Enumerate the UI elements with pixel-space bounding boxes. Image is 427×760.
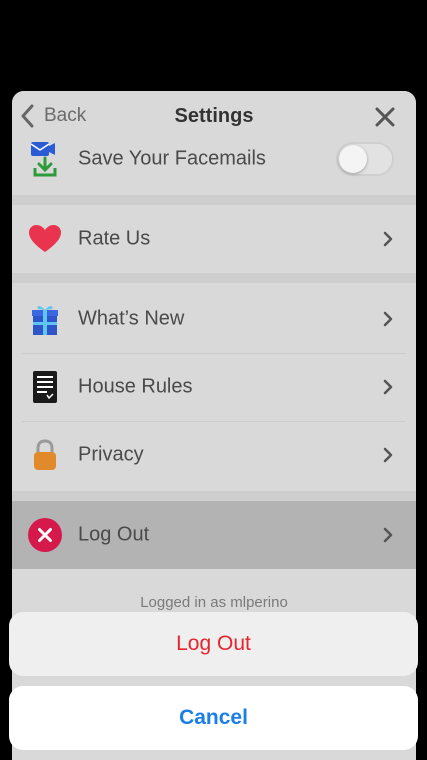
whats-new-label: What’s New bbox=[78, 307, 185, 330]
gift-icon bbox=[26, 300, 64, 338]
lock-icon bbox=[26, 436, 64, 474]
cancel-button[interactable]: Cancel bbox=[9, 686, 418, 750]
page-title: Settings bbox=[174, 105, 254, 127]
row-house-rules[interactable]: House Rules bbox=[12, 353, 416, 421]
privacy-label: Privacy bbox=[78, 443, 144, 466]
save-facemails-label: Save Your Facemails bbox=[78, 147, 266, 170]
close-icon[interactable] bbox=[374, 106, 396, 128]
chevron-right-icon bbox=[383, 527, 393, 543]
chevron-right-icon bbox=[383, 379, 393, 395]
section-gap bbox=[12, 195, 416, 205]
logged-in-note: Logged in as mlperino bbox=[140, 594, 288, 611]
row-log-out[interactable]: Log Out bbox=[12, 501, 416, 569]
row-whats-new[interactable]: What’s New bbox=[12, 285, 416, 353]
facemail-save-icon bbox=[26, 140, 64, 178]
log-out-label: Log Out bbox=[78, 523, 150, 546]
confirm-log-out-button[interactable]: Log Out bbox=[9, 612, 418, 676]
row-save-facemails: Save Your Facemails bbox=[12, 127, 416, 191]
section-gap bbox=[12, 491, 416, 501]
house-rules-label: House Rules bbox=[78, 375, 193, 398]
section-gap bbox=[12, 273, 416, 283]
logout-x-icon bbox=[26, 516, 64, 554]
toggle-knob bbox=[339, 145, 367, 173]
chevron-right-icon bbox=[383, 231, 393, 247]
rate-us-label: Rate Us bbox=[78, 227, 151, 250]
row-rate-us[interactable]: Rate Us bbox=[12, 205, 416, 273]
document-icon bbox=[26, 368, 64, 406]
chevron-right-icon bbox=[383, 311, 393, 327]
chevron-right-icon bbox=[383, 447, 393, 463]
row-privacy[interactable]: Privacy bbox=[12, 421, 416, 489]
save-facemails-toggle[interactable] bbox=[336, 142, 394, 176]
heart-icon bbox=[26, 220, 64, 258]
